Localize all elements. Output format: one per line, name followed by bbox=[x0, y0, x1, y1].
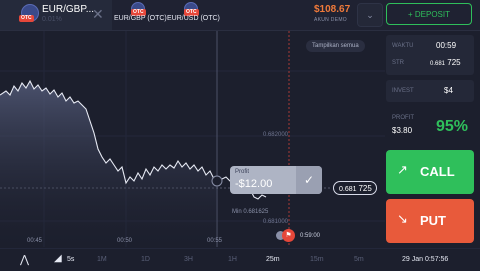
invest-panel[interactable]: INVEST $4 bbox=[386, 80, 474, 102]
deposit-button[interactable]: + DEPOSIT bbox=[386, 3, 472, 25]
tab-label: EUR/USD (OTC) bbox=[167, 15, 220, 22]
check-icon[interactable]: ✓ bbox=[296, 166, 322, 194]
bottom-toolbar: ⋀ ◢ 5s 1M 1D 3H 1H 25m 15m 5m 29 Jan 0:5… bbox=[0, 248, 480, 271]
strike-value: 0.681 725 bbox=[430, 58, 461, 67]
tooltip-profit-value: -$12.00 bbox=[235, 178, 273, 190]
top-bar: OTC EUR/GBP... 0.01% ✕ OTC EUR/GBP (OTC)… bbox=[0, 0, 480, 31]
time-axis-label: 00:50 bbox=[117, 238, 133, 244]
timeframe-5m[interactable]: 5m bbox=[354, 256, 364, 263]
otc-badge: OTC bbox=[19, 15, 34, 22]
trade-entry-marker[interactable] bbox=[211, 175, 223, 187]
tab-eur-gbp-otc[interactable]: OTC EUR/GBP (OTC) bbox=[113, 0, 167, 30]
price-axis-label: 0.682000 bbox=[262, 132, 288, 138]
arrow-down-right-icon: ↘ bbox=[397, 211, 408, 226]
chart-type-icon[interactable]: ◢ bbox=[54, 253, 62, 264]
timeframe-1d[interactable]: 1D bbox=[141, 256, 150, 263]
time-value: 00:59 bbox=[436, 41, 457, 50]
current-price-pips: 725 bbox=[358, 184, 372, 193]
chevron-down-icon[interactable]: ⌄ bbox=[357, 3, 383, 27]
timeframe-15m[interactable]: 15m bbox=[310, 256, 324, 263]
timeframe-1h[interactable]: 1H bbox=[228, 256, 237, 263]
invest-label: INVEST bbox=[392, 88, 414, 94]
put-button[interactable]: ↘ PUT bbox=[386, 199, 474, 243]
tab-eur-usd-otc[interactable]: OTC EUR/USD (OTC) bbox=[166, 0, 220, 30]
timeframe-3h[interactable]: 3H bbox=[184, 256, 193, 263]
time-panel[interactable]: WAKTU 00:59 STR 0.681 725 bbox=[386, 35, 474, 75]
profit-percent: 95% bbox=[436, 118, 469, 135]
price-chart[interactable]: 0.682000 0.681000 bbox=[0, 31, 385, 247]
arrow-up-right-icon: ↗ bbox=[397, 162, 408, 177]
drawing-tool-icon[interactable]: ⋀ bbox=[20, 253, 29, 266]
time-axis-label: 00:45 bbox=[27, 238, 43, 244]
close-icon[interactable]: ✕ bbox=[92, 6, 104, 22]
timeframe-5s[interactable]: 5s bbox=[67, 256, 74, 263]
chart-canvas bbox=[0, 31, 385, 247]
account-type[interactable]: AKUN DEMO bbox=[314, 17, 347, 23]
active-pair-payout: 0.01% bbox=[42, 16, 62, 23]
time-label: WAKTU bbox=[392, 43, 414, 49]
current-price-badge: 0.681 725 bbox=[333, 181, 377, 195]
active-pair-title: EUR/GBP... bbox=[42, 4, 95, 15]
expiry-time: 0:59:00 bbox=[300, 233, 321, 239]
strike-label: STR bbox=[392, 60, 404, 66]
price-axis-label: 0.681000 bbox=[262, 219, 288, 225]
min-price-label: Min 0.681625 bbox=[232, 209, 269, 215]
profit-amount: $3.80 bbox=[392, 126, 413, 135]
active-asset-tab[interactable]: OTC EUR/GBP... 0.01% ✕ bbox=[0, 0, 112, 30]
current-price-main: 0.681 bbox=[339, 186, 357, 193]
put-label: PUT bbox=[420, 213, 446, 228]
timeframe-1m[interactable]: 1M bbox=[97, 256, 107, 263]
tab-label: EUR/GBP (OTC) bbox=[114, 15, 167, 22]
finish-flag-icon[interactable]: ⚑ bbox=[282, 229, 295, 242]
call-label: CALL bbox=[420, 164, 455, 179]
profit-label: PROFIT bbox=[392, 115, 414, 121]
strike-value-main: 0.681 bbox=[430, 61, 446, 67]
strike-value-pips: 725 bbox=[447, 58, 461, 67]
call-button[interactable]: ↗ CALL bbox=[386, 150, 474, 194]
show-all-button[interactable]: Tampilkan semua bbox=[306, 40, 365, 52]
tooltip-title: Profit bbox=[235, 169, 250, 175]
account-balance[interactable]: $108.67 bbox=[314, 4, 350, 15]
invest-value: $4 bbox=[444, 86, 453, 95]
date-time: 29 Jan 0:57:56 bbox=[402, 256, 449, 263]
time-axis-label: 00:55 bbox=[207, 238, 223, 244]
timeframe-25m[interactable]: 25m bbox=[266, 256, 280, 263]
